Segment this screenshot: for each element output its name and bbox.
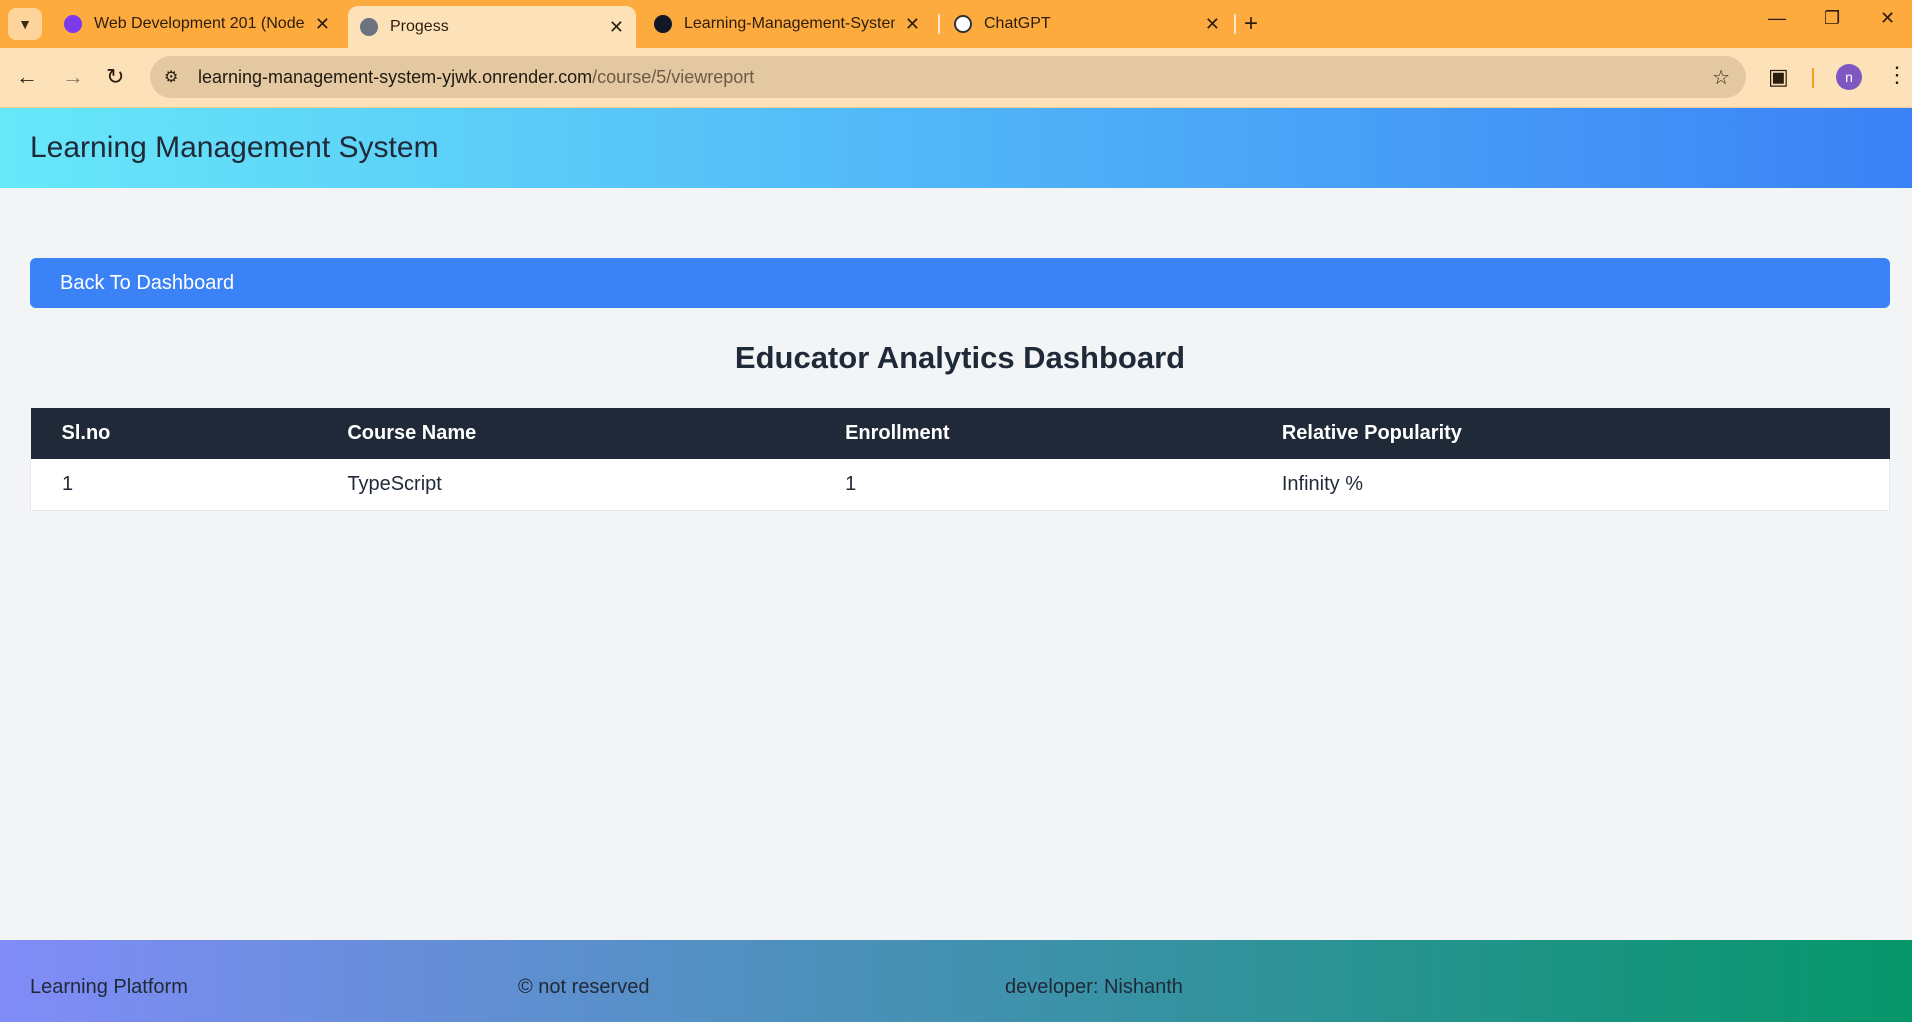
- back-to-dashboard-button[interactable]: Back To Dashboard: [30, 258, 1890, 308]
- extensions-puzzle-icon[interactable]: ▣: [1768, 64, 1789, 90]
- browser-tab[interactable]: Learning-Management-System ✕: [642, 6, 932, 42]
- tab-title: Learning-Management-System: [684, 15, 895, 32]
- column-header-relative-popularity: Relative Popularity: [1250, 408, 1890, 459]
- chatgpt-favicon-icon: [954, 15, 972, 33]
- column-header-course-name: Course Name: [316, 408, 815, 459]
- tab-title: Web Development 201 (Node.js: [94, 15, 305, 32]
- window-close-icon[interactable]: ✕: [1880, 8, 1895, 29]
- chevron-down-icon: ▼: [18, 16, 32, 32]
- globe-icon: [360, 18, 378, 36]
- reload-icon[interactable]: ↻: [106, 64, 124, 90]
- tab-separator: [938, 14, 940, 34]
- url-host: learning-management-system-yjwk.onrender…: [198, 66, 593, 87]
- close-icon[interactable]: ✕: [609, 17, 624, 38]
- forward-arrow-icon[interactable]: →: [62, 64, 84, 90]
- tab-title: ChatGPT: [984, 15, 1051, 32]
- more-menu-icon[interactable]: ⋮: [1886, 62, 1908, 88]
- render-favicon-icon: [654, 15, 672, 33]
- page-title: Educator Analytics Dashboard: [734, 340, 1186, 375]
- close-icon[interactable]: ✕: [315, 14, 330, 35]
- table-header-row: Sl.no Course Name Enrollment Relative Po…: [30, 408, 1890, 459]
- app-title: Learning Management System: [30, 131, 439, 164]
- browser-tab[interactable]: ChatGPT ✕: [942, 6, 1232, 42]
- site-settings-icon[interactable]: ⚙: [164, 67, 186, 87]
- browser-tab-active[interactable]: Progess ✕: [348, 6, 636, 48]
- footer-brand: Learning Platform: [30, 976, 188, 998]
- close-icon[interactable]: ✕: [905, 14, 920, 35]
- app-header: Learning Management System: [0, 108, 1912, 188]
- browser-tab-bar: ▼ Web Development 201 (Node.js ✕ Progess…: [0, 0, 1912, 48]
- restore-icon[interactable]: ❐: [1824, 8, 1840, 29]
- cell-slno: 1: [30, 459, 317, 511]
- table-row: 1 TypeScript 1 Infinity %: [30, 459, 1890, 511]
- new-tab-plus-icon[interactable]: +: [1244, 10, 1258, 38]
- profile-avatar[interactable]: n: [1836, 64, 1862, 90]
- cell-course-name: TypeScript: [316, 459, 815, 511]
- toolbar-separator: [1812, 68, 1814, 88]
- report-table: Sl.no Course Name Enrollment Relative Po…: [30, 408, 1890, 511]
- browser-tab[interactable]: Web Development 201 (Node.js ✕: [52, 6, 342, 42]
- minimize-icon[interactable]: —: [1768, 8, 1786, 29]
- close-icon[interactable]: ✕: [1205, 14, 1220, 35]
- tab-title: Progess: [390, 18, 449, 35]
- eye-favicon-icon: [64, 15, 82, 33]
- footer-copyright: © not reserved: [518, 976, 650, 998]
- browser-toolbar: ← → ↻ ⚙ learning-management-system-yjwk.…: [0, 48, 1912, 108]
- cell-enrollment: 1: [814, 459, 1251, 511]
- address-bar[interactable]: ⚙ learning-management-system-yjwk.onrend…: [150, 56, 1746, 98]
- tab-separator: [1234, 14, 1236, 34]
- column-header-slno: Sl.no: [30, 408, 317, 459]
- column-header-enrollment: Enrollment: [814, 408, 1251, 459]
- back-arrow-icon[interactable]: ←: [16, 64, 38, 90]
- url-path: /course/5/viewreport: [592, 66, 755, 87]
- bookmark-star-icon[interactable]: ☆: [1712, 65, 1730, 90]
- page-footer: Learning Platform © not reserved develop…: [0, 940, 1912, 1022]
- footer-developer: developer: Nishanth: [1005, 976, 1183, 998]
- cell-relative-popularity: Infinity %: [1250, 459, 1890, 511]
- url-text: learning-management-system-yjwk.onrender…: [198, 67, 754, 88]
- tab-search-button[interactable]: ▼: [8, 8, 42, 40]
